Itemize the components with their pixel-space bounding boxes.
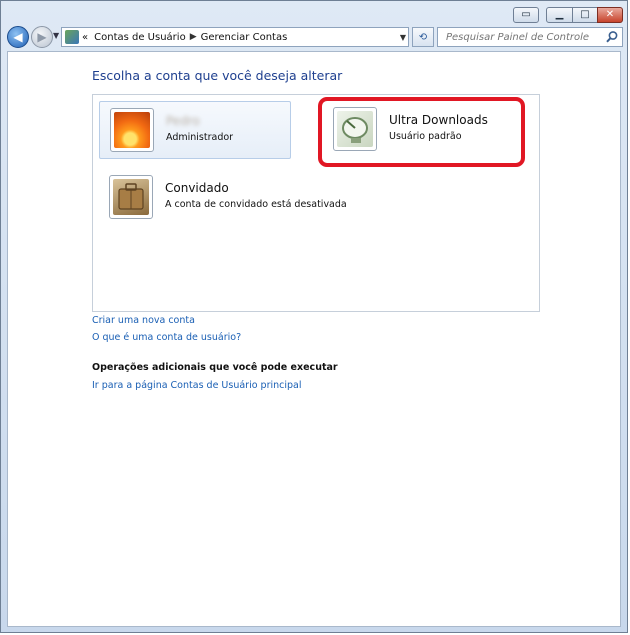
- account-name: Convidado: [165, 181, 229, 195]
- page-title: Escolha a conta que você deseja alterar: [92, 68, 343, 83]
- navigation-bar: ◀ ▶ ▼ « Contas de Usuário ▶ Gerenciar Co…: [1, 25, 627, 49]
- minimize-icon: ▁: [555, 9, 564, 20]
- account-type: A conta de convidado está desativada: [165, 199, 347, 210]
- breadcrumb-contas-de-usuario[interactable]: Contas de Usuário: [94, 32, 186, 43]
- highlight-frame: [318, 97, 525, 167]
- suitcase-avatar-icon: [109, 175, 153, 219]
- address-overflow-icon[interactable]: «: [82, 32, 88, 43]
- account-tile-admin[interactable]: Pedro Administrador: [99, 101, 291, 159]
- back-button[interactable]: ◀: [7, 26, 29, 48]
- maximize-button[interactable]: □: [572, 7, 598, 23]
- window-extra-button[interactable]: ▭: [513, 7, 539, 23]
- additional-tasks-title: Operações adicionais que você pode execu…: [92, 362, 338, 373]
- user-accounts-main-link[interactable]: Ir para a página Contas de Usuário princ…: [92, 380, 302, 391]
- control-panel-window: ▭ ▁ □ ✕ ◀ ▶ ▼ « Contas de Usuário ▶ Gere…: [0, 0, 628, 633]
- breadcrumb-gerenciar-contas[interactable]: Gerenciar Contas: [201, 32, 288, 43]
- content-pane: Escolha a conta que você deseja alterar …: [7, 51, 621, 627]
- recent-pages-dropdown-icon[interactable]: ▼: [53, 31, 59, 40]
- flower-avatar-icon: [110, 108, 154, 152]
- close-icon: ✕: [605, 9, 615, 20]
- address-bar[interactable]: « Contas de Usuário ▶ Gerenciar Contas ▼: [61, 27, 409, 47]
- forward-button[interactable]: ▶: [31, 26, 53, 48]
- maximize-icon: □: [580, 9, 590, 20]
- arrow-left-icon: ◀: [13, 30, 23, 44]
- account-tile-guest[interactable]: Convidado A conta de convidado está desa…: [99, 169, 399, 227]
- accounts-list: Pedro Administrador Ultra Downloads Usuá…: [92, 94, 540, 312]
- what-is-account-link[interactable]: O que é uma conta de usuário?: [92, 332, 241, 343]
- search-box[interactable]: [437, 27, 623, 47]
- breadcrumb-separator-icon[interactable]: ▶: [190, 32, 197, 42]
- search-input[interactable]: [444, 30, 608, 44]
- account-name: Pedro: [166, 114, 200, 128]
- create-account-link[interactable]: Criar uma nova conta: [92, 315, 195, 326]
- close-button[interactable]: ✕: [597, 7, 623, 23]
- minimize-button[interactable]: ▁: [546, 7, 573, 23]
- control-panel-icon: [65, 30, 79, 44]
- address-dropdown-icon[interactable]: ▼: [400, 33, 406, 42]
- arrow-right-icon: ▶: [37, 30, 47, 44]
- window-extra-icon: ▭: [521, 9, 531, 20]
- refresh-button[interactable]: ⟲: [412, 27, 434, 47]
- search-icon[interactable]: [605, 30, 619, 44]
- refresh-icon: ⟲: [418, 31, 428, 43]
- account-type: Administrador: [166, 132, 234, 143]
